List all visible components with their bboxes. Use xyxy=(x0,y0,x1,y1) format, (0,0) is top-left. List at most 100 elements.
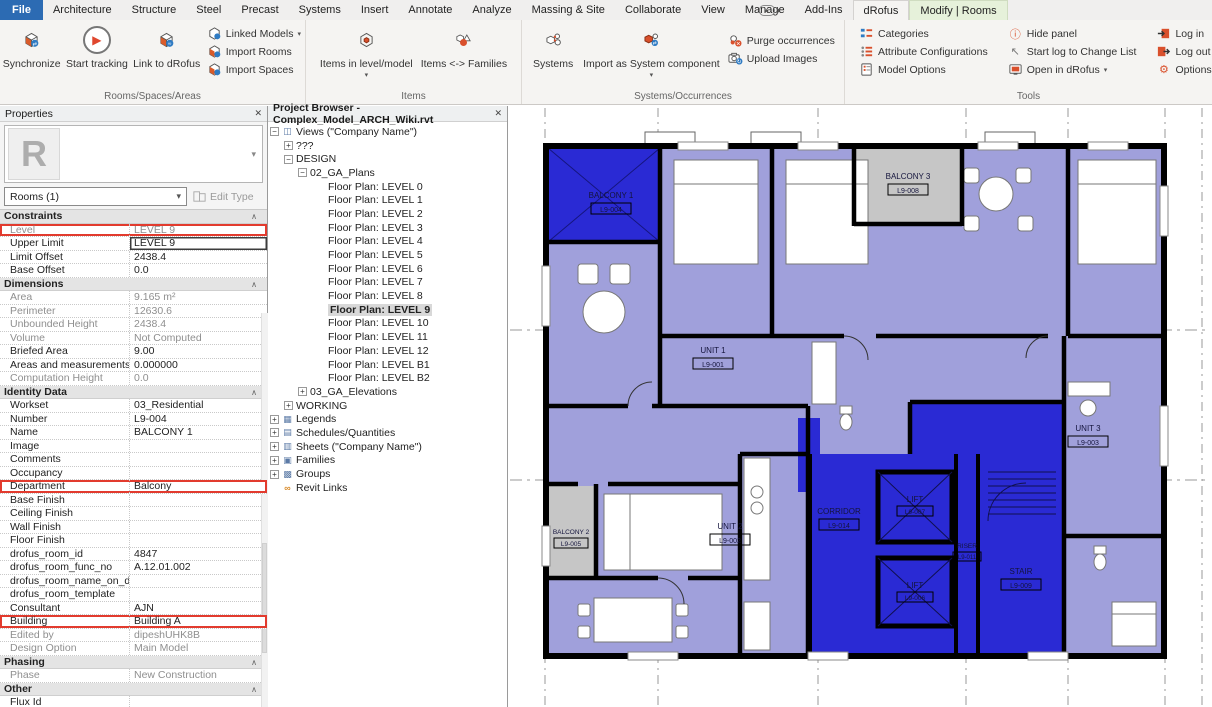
properties-scrollbar-thumb[interactable] xyxy=(262,543,267,653)
import-system-component-button[interactable]: ⇄ Import as System component ▾ xyxy=(579,23,724,79)
tree-item[interactable]: Floor Plan: LEVEL 0 xyxy=(270,180,507,194)
tree-expander-icon[interactable]: + xyxy=(270,470,279,479)
drawing-area[interactable]: BALCONY 1 L9-004 UNIT 1 L9-001 BALCONY 3… xyxy=(508,106,1212,707)
tree-item[interactable]: Floor Plan: LEVEL 6 xyxy=(270,262,507,276)
property-row[interactable]: drofus_room_id 4847 ∧ xyxy=(0,548,267,562)
tree-expander-icon[interactable] xyxy=(316,374,325,383)
property-row[interactable]: Areas and measurements: D... 0.000000 ∧ xyxy=(0,359,267,373)
property-value[interactable] xyxy=(130,453,267,466)
property-row[interactable]: Department Balcony ∧ xyxy=(0,480,267,494)
property-value[interactable] xyxy=(130,696,267,707)
ribbon-tab[interactable]: Architecture xyxy=(43,0,122,20)
tree-item[interactable]: + ▥ Sheets ("Company Name") xyxy=(270,440,507,454)
properties-title-bar[interactable]: Properties ✕ xyxy=(0,106,267,122)
tree-expander-icon[interactable] xyxy=(316,346,325,355)
element-filter-combo[interactable]: Rooms (1) ▾ xyxy=(4,187,187,206)
property-value[interactable]: dipeshUHK8B xyxy=(130,629,267,642)
property-value[interactable] xyxy=(130,467,267,480)
property-value[interactable]: 0.000000 xyxy=(130,359,267,372)
property-row[interactable]: Phase New Construction ∧ xyxy=(0,669,267,683)
property-value[interactable] xyxy=(130,440,267,453)
import-rooms-button[interactable]: Import Rooms xyxy=(207,44,301,59)
ribbon-display-toggle[interactable]: ▴ ▾ xyxy=(759,0,781,20)
ribbon-tab[interactable]: File xyxy=(0,0,43,20)
hide-panel-button[interactable]: ⓘ Hide panel xyxy=(1008,26,1137,41)
tree-item[interactable]: Floor Plan: LEVEL 5 xyxy=(270,248,507,262)
tree-expander-icon[interactable] xyxy=(316,360,325,369)
property-row[interactable]: Computation Height 0.0 ∧ xyxy=(0,372,267,386)
property-row[interactable]: Flux Id ∧ xyxy=(0,696,267,707)
property-row[interactable]: Consultant AJN ∧ xyxy=(0,602,267,616)
property-value[interactable]: 12630.6 xyxy=(130,305,267,318)
ribbon-tab[interactable]: Analyze xyxy=(462,0,521,20)
floor-plan-canvas[interactable]: BALCONY 1 L9-004 UNIT 1 L9-001 BALCONY 3… xyxy=(508,106,1212,707)
tree-item[interactable]: + WORKING xyxy=(270,399,507,413)
property-row[interactable]: Wall Finish ∧ xyxy=(0,521,267,535)
tree-expander-icon[interactable]: + xyxy=(270,442,279,451)
property-value[interactable]: 0.0 xyxy=(130,264,267,277)
property-row[interactable]: Base Finish ∧ xyxy=(0,494,267,508)
edit-type-button[interactable]: Edit Type xyxy=(191,187,263,206)
property-value[interactable] xyxy=(130,521,267,534)
attribute-configurations-button[interactable]: Attribute Configurations xyxy=(859,44,988,59)
property-row[interactable]: Phasing ∧ xyxy=(0,656,267,670)
type-selector[interactable]: R ▾ xyxy=(4,125,263,183)
tree-item[interactable]: Floor Plan: LEVEL 7 xyxy=(270,276,507,290)
import-spaces-button[interactable]: Import Spaces xyxy=(207,62,301,77)
section-collapse-icon[interactable]: ∧ xyxy=(251,210,257,223)
properties-close-icon[interactable]: ✕ xyxy=(254,108,262,119)
tree-item[interactable]: − 02_GA_Plans xyxy=(270,166,507,180)
property-row[interactable]: Floor Finish ∧ xyxy=(0,534,267,548)
property-value[interactable]: 2438.4 xyxy=(130,251,267,264)
ribbon-tab[interactable]: Massing & Site xyxy=(522,0,615,20)
property-row[interactable]: Identity Data ∧ xyxy=(0,386,267,400)
tree-expander-icon[interactable]: + xyxy=(270,428,279,437)
tree-item[interactable]: + 03_GA_Elevations xyxy=(270,385,507,399)
tree-item[interactable]: Floor Plan: LEVEL 8 xyxy=(270,289,507,303)
balcony-3-room[interactable] xyxy=(856,148,960,222)
tree-expander-icon[interactable]: + xyxy=(270,456,279,465)
purge-occurrences-button[interactable]: ✕ Purge occurrences xyxy=(728,33,835,48)
property-value[interactable] xyxy=(130,507,267,520)
tree-expander-icon[interactable]: − xyxy=(270,127,279,136)
ribbon-tab[interactable]: Annotate xyxy=(398,0,462,20)
property-row[interactable]: Dimensions ∧ xyxy=(0,278,267,292)
ribbon-tab[interactable]: Collaborate xyxy=(615,0,691,20)
tree-expander-icon[interactable]: + xyxy=(284,401,293,410)
tree-expander-icon[interactable]: + xyxy=(270,415,279,424)
property-row[interactable]: Image ∧ xyxy=(0,440,267,454)
linked-models-button[interactable]: Linked Models ▾ xyxy=(207,26,301,41)
property-value[interactable]: 9.165 m² xyxy=(130,291,267,304)
property-value[interactable] xyxy=(130,575,267,588)
tree-item[interactable]: − ◫ Views ("Company Name") xyxy=(270,125,507,139)
tree-item[interactable]: Floor Plan: LEVEL 11 xyxy=(270,330,507,344)
property-value[interactable]: 03_Residential xyxy=(130,399,267,412)
tree-item[interactable]: + ▩ Groups xyxy=(270,467,507,481)
tree-expander-icon[interactable] xyxy=(316,209,325,218)
property-row[interactable]: Workset 03_Residential ∧ xyxy=(0,399,267,413)
property-row[interactable]: Occupancy ∧ xyxy=(0,467,267,481)
tree-expander-icon[interactable] xyxy=(270,483,279,492)
ribbon-tab[interactable]: Precast xyxy=(231,0,288,20)
property-value[interactable]: A.12.01.002 xyxy=(130,561,267,574)
ribbon-tab[interactable]: Steel xyxy=(186,0,231,20)
property-value[interactable] xyxy=(130,534,267,547)
tools-panel-label[interactable]: Tools xyxy=(845,90,1212,104)
tree-item[interactable]: Floor Plan: LEVEL 3 xyxy=(270,221,507,235)
tree-item[interactable]: Floor Plan: LEVEL 10 xyxy=(270,317,507,331)
tree-expander-icon[interactable] xyxy=(316,182,325,191)
tree-item[interactable]: − DESIGN xyxy=(270,152,507,166)
property-row[interactable]: Area 9.165 m² ∧ xyxy=(0,291,267,305)
start-log-button[interactable]: ↖ Start log to Change List xyxy=(1008,44,1137,59)
property-row[interactable]: Upper Limit LEVEL 9 ∧ xyxy=(0,237,267,251)
tree-item[interactable]: Floor Plan: LEVEL 1 xyxy=(270,193,507,207)
synchronize-button[interactable]: ⇄ Synchronize xyxy=(0,23,63,70)
property-row[interactable]: Comments ∧ xyxy=(0,453,267,467)
tree-expander-icon[interactable] xyxy=(316,223,325,232)
link-to-drofus-button[interactable]: ∞ Link to dRofus xyxy=(131,23,203,70)
tree-expander-icon[interactable] xyxy=(316,292,325,301)
property-row[interactable]: Limit Offset 2438.4 ∧ xyxy=(0,251,267,265)
ribbon-tab[interactable]: View xyxy=(691,0,735,20)
property-value[interactable]: L9-004 xyxy=(130,413,267,426)
property-row[interactable]: drofus_room_func_no A.12.01.002 ∧ xyxy=(0,561,267,575)
